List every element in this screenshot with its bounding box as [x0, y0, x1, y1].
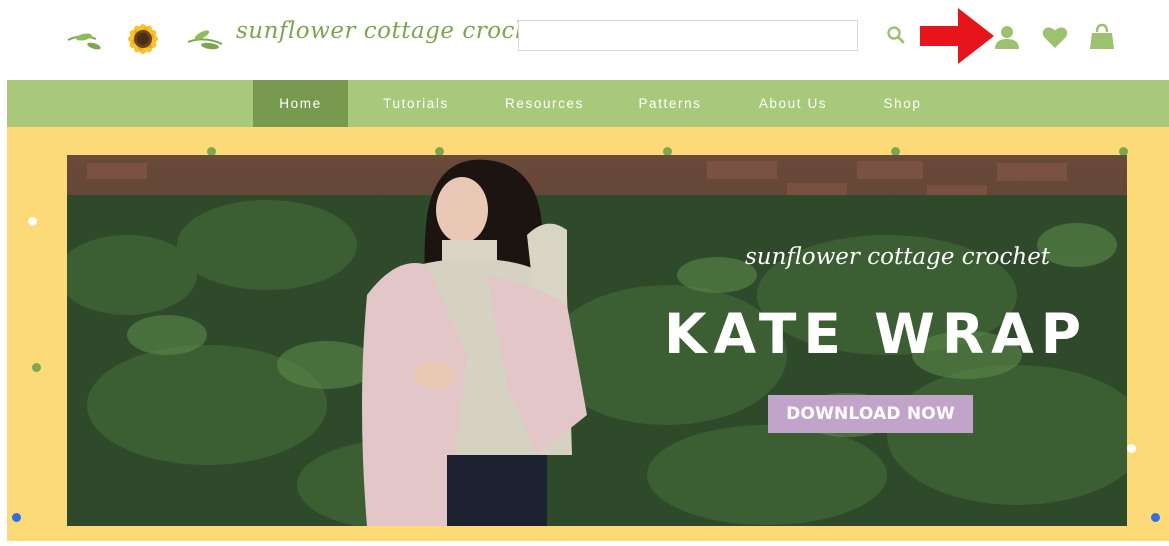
brand-name: sunflower cottage crochet [236, 18, 555, 44]
download-now-button[interactable]: DOWNLOAD NOW [768, 395, 973, 433]
nav-item-about-us[interactable]: About Us [738, 80, 848, 127]
decor-dot [12, 513, 21, 522]
red-arrow-icon [920, 8, 994, 64]
bottom-strip [0, 541, 1169, 546]
search-button[interactable] [886, 25, 906, 45]
site-header: sunflower cottage crochet [0, 0, 1169, 80]
account-button[interactable] [994, 24, 1020, 50]
nav-item-resources[interactable]: Resources [487, 80, 602, 127]
wishlist-button[interactable] [1042, 25, 1068, 49]
decor-dot [28, 217, 37, 226]
nav-item-home[interactable]: Home [253, 80, 348, 127]
user-icon [995, 26, 1019, 49]
cart-button[interactable] [1089, 23, 1115, 50]
nav-item-patterns[interactable]: Patterns [619, 80, 721, 127]
search-icon [887, 26, 905, 44]
sunflower-icon [67, 24, 223, 54]
nav-item-shop[interactable]: Shop [865, 80, 940, 127]
search-input[interactable] [518, 20, 858, 51]
heart-icon [1042, 27, 1068, 48]
shopping-bag-icon [1090, 23, 1114, 49]
hero-brand-script: sunflower cottage crochet [745, 244, 1051, 270]
main-nav: Home Tutorials Resources Patterns About … [7, 80, 1169, 127]
hero-title: KATE WRAP [664, 302, 1089, 366]
decor-dot [32, 363, 41, 372]
decor-dot [1151, 513, 1160, 522]
decor-dot [1127, 444, 1136, 453]
nav-item-tutorials[interactable]: Tutorials [365, 80, 467, 127]
